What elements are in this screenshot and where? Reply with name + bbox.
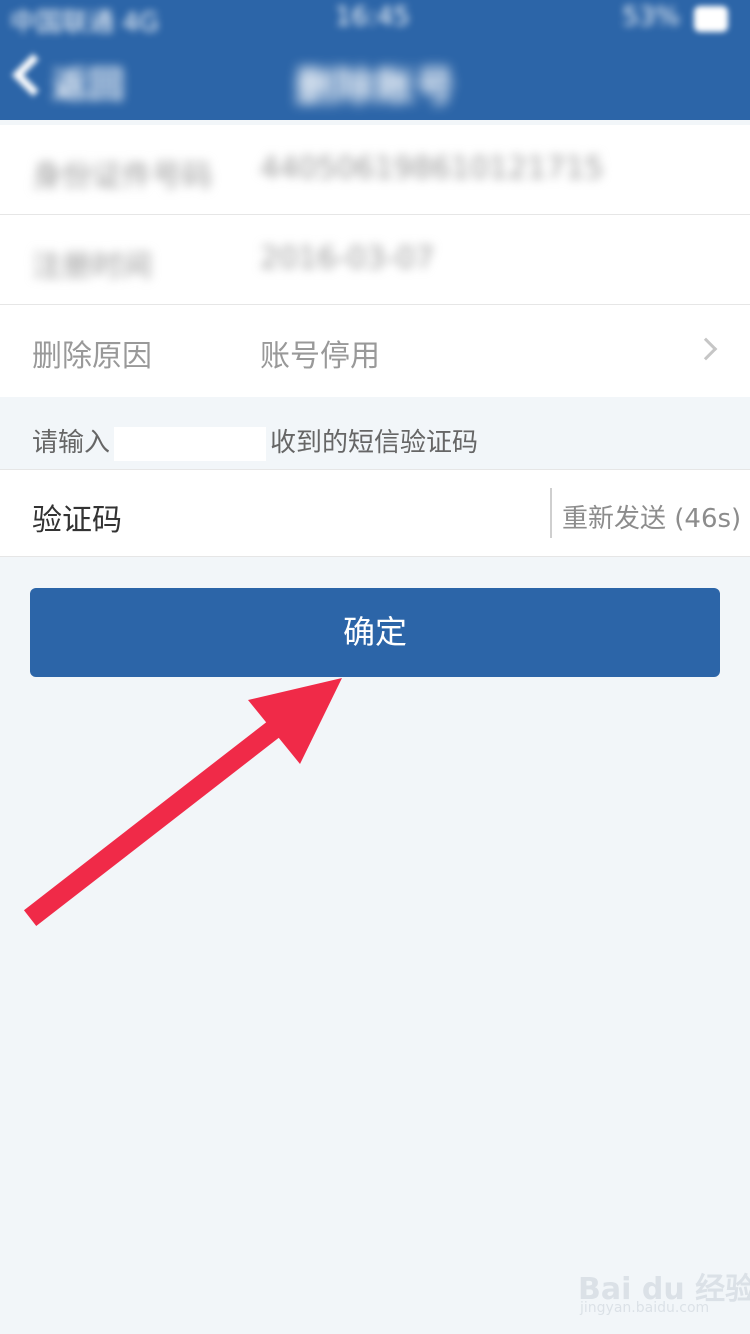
baidu-jingyan-watermark: Bai du 经验 jingyan.baidu.com [570, 1250, 750, 1320]
arrow-head [248, 678, 342, 764]
arrow-shaft [23, 703, 303, 927]
watermark-url: jingyan.baidu.com [580, 1300, 710, 1316]
annotation-arrow-icon [23, 678, 342, 927]
